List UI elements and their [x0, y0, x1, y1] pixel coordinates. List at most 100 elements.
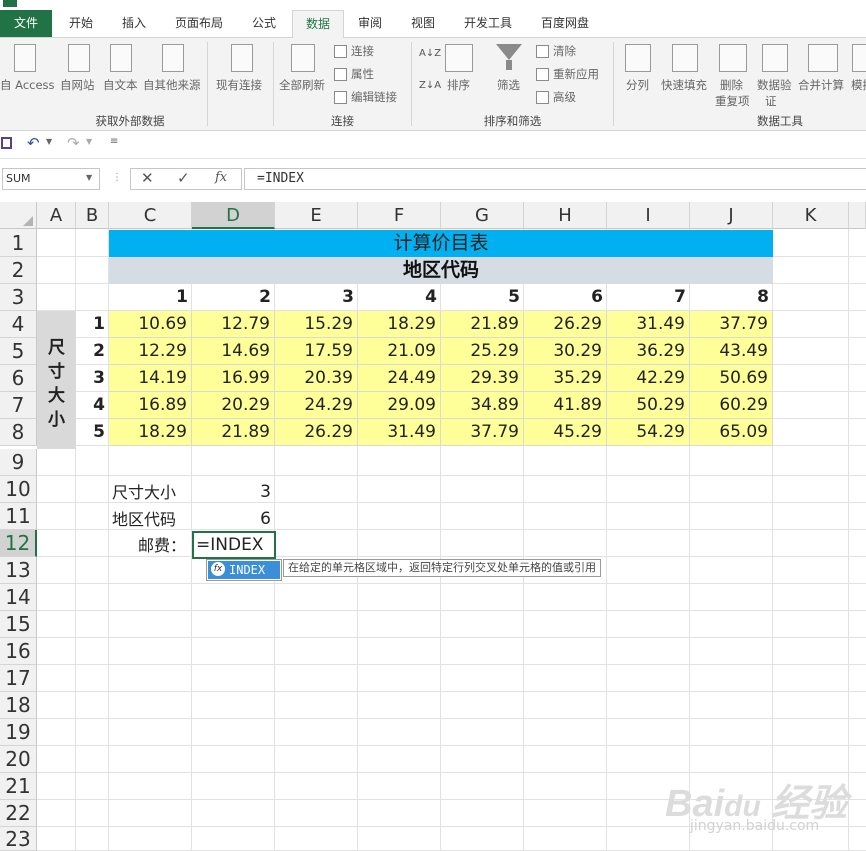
price-cell[interactable]: 65.09	[690, 419, 773, 446]
size-label-cell[interactable]: 尺 寸 大 小	[37, 311, 76, 449]
region-code-cell[interactable]: 1	[109, 284, 192, 311]
price-cell[interactable]: 45.29	[524, 419, 607, 446]
size-input-value[interactable]: 3	[192, 479, 275, 506]
row-header-20[interactable]: 20	[0, 746, 37, 773]
price-cell[interactable]: 21.89	[192, 419, 275, 446]
price-cell[interactable]: 18.29	[109, 419, 192, 446]
region-input-label[interactable]: 地区代码	[112, 506, 176, 533]
row-header-18[interactable]: 18	[0, 692, 37, 719]
tab-insert[interactable]: 插入	[108, 10, 160, 37]
cancel-icon[interactable]: ✕	[141, 169, 154, 187]
price-cell[interactable]: 36.29	[607, 338, 690, 365]
column-header-l[interactable]	[849, 202, 866, 229]
region-code-cell[interactable]: 2	[192, 284, 275, 311]
price-cell[interactable]: 26.29	[524, 311, 607, 338]
price-cell[interactable]: 54.29	[607, 419, 690, 446]
remove-duplicates-button[interactable]: 删除	[720, 77, 743, 93]
row-header-19[interactable]: 19	[0, 719, 37, 746]
undo-dropdown-icon[interactable]: ▼	[46, 137, 52, 146]
price-cell[interactable]: 15.29	[275, 311, 358, 338]
redo-icon[interactable]: ↷	[67, 134, 80, 152]
price-cell[interactable]: 17.59	[275, 338, 358, 365]
from-access-button[interactable]: 自 Access	[0, 77, 55, 93]
price-cell[interactable]: 16.99	[192, 365, 275, 392]
size-input-label[interactable]: 尺寸大小	[112, 479, 176, 506]
row-header-4[interactable]: 4	[0, 311, 37, 338]
what-if-analysis-button[interactable]: 模拟	[851, 77, 866, 93]
row-header-8[interactable]: 8	[0, 419, 37, 446]
insert-function-icon[interactable]: fx	[215, 170, 227, 185]
filter-button[interactable]: 筛选	[497, 77, 520, 93]
column-header-k[interactable]: K	[773, 202, 849, 229]
edit-links-button[interactable]: 编辑链接	[351, 89, 397, 105]
row-header-21[interactable]: 21	[0, 773, 37, 800]
name-box[interactable]: SUM ▼	[2, 168, 100, 190]
from-other-sources-button[interactable]: 自其他来源	[143, 77, 201, 93]
price-cell[interactable]: 16.89	[109, 392, 192, 419]
row-header-15[interactable]: 15	[0, 611, 37, 638]
row-header-16[interactable]: 16	[0, 638, 37, 665]
row-header-2[interactable]: 2	[0, 257, 37, 284]
region-input-value[interactable]: 6	[192, 506, 275, 533]
tab-home[interactable]: 开始	[55, 10, 107, 37]
tab-developer[interactable]: 开发工具	[452, 10, 524, 37]
row-header-7[interactable]: 7	[0, 392, 37, 419]
price-cell[interactable]: 29.09	[358, 392, 441, 419]
row-header-22[interactable]: 22	[0, 800, 37, 827]
column-header-c[interactable]: C	[109, 202, 192, 229]
undo-icon[interactable]: ↶	[27, 134, 40, 152]
sort-button[interactable]: 排序	[447, 77, 470, 93]
formula-bar-splitter-icon[interactable]: ⋮	[112, 172, 122, 183]
flash-fill-button[interactable]: 快速填充	[661, 77, 707, 93]
column-header-b[interactable]: B	[76, 202, 109, 229]
tab-review[interactable]: 审阅	[344, 10, 396, 37]
size-code-cell[interactable]: 1	[76, 311, 109, 338]
price-cell[interactable]: 50.69	[690, 365, 773, 392]
price-cell[interactable]: 12.29	[109, 338, 192, 365]
size-code-cell[interactable]: 3	[76, 365, 109, 392]
from-web-button[interactable]: 自网站	[60, 77, 95, 93]
autocomplete-item-index[interactable]: fx INDEX	[208, 561, 280, 579]
price-cell[interactable]: 12.79	[192, 311, 275, 338]
price-cell[interactable]: 14.69	[192, 338, 275, 365]
region-code-cell[interactable]: 7	[607, 284, 690, 311]
size-code-cell[interactable]: 5	[76, 419, 109, 446]
active-cell-editor[interactable]: =INDEX	[192, 531, 276, 559]
row-header-17[interactable]: 17	[0, 665, 37, 692]
properties-button[interactable]: 属性	[351, 66, 374, 82]
data-validation-button[interactable]: 数据验	[757, 77, 792, 93]
formula-input[interactable]: =INDEX	[244, 168, 866, 190]
price-cell[interactable]: 26.29	[275, 419, 358, 446]
price-cell[interactable]: 21.89	[441, 311, 524, 338]
price-cell[interactable]: 18.29	[358, 311, 441, 338]
postage-label[interactable]: 邮费：	[138, 532, 186, 559]
price-cell[interactable]: 24.49	[358, 365, 441, 392]
region-code-cell[interactable]: 5	[441, 284, 524, 311]
price-cell[interactable]: 20.39	[275, 365, 358, 392]
column-header-h[interactable]: H	[524, 202, 607, 229]
price-cell[interactable]: 20.29	[192, 392, 275, 419]
row-header-14[interactable]: 14	[0, 584, 37, 611]
column-header-e[interactable]: E	[275, 202, 358, 229]
name-box-dropdown-icon[interactable]: ▼	[86, 173, 92, 182]
price-cell[interactable]: 43.49	[690, 338, 773, 365]
price-cell[interactable]: 42.29	[607, 365, 690, 392]
column-header-d[interactable]: D	[192, 202, 275, 229]
price-cell[interactable]: 10.69	[109, 311, 192, 338]
save-icon[interactable]	[1, 137, 12, 149]
enter-icon[interactable]: ✓	[177, 169, 190, 187]
from-text-button[interactable]: 自文本	[103, 77, 138, 93]
size-code-cell[interactable]: 4	[76, 392, 109, 419]
price-cell[interactable]: 14.19	[109, 365, 192, 392]
remove-duplicates-button-line2[interactable]: 重复项	[715, 93, 750, 109]
column-header-a[interactable]: A	[37, 202, 76, 229]
sort-ascending-icon[interactable]: A↓Z	[419, 48, 441, 59]
price-cell[interactable]: 21.09	[358, 338, 441, 365]
price-cell[interactable]: 35.29	[524, 365, 607, 392]
price-cell[interactable]: 60.29	[690, 392, 773, 419]
region-code-cell[interactable]: 4	[358, 284, 441, 311]
row-header-3[interactable]: 3	[0, 284, 37, 311]
column-header-i[interactable]: I	[607, 202, 690, 229]
customize-qat-icon[interactable]: ≡	[110, 136, 118, 147]
clear-filter-button[interactable]: 清除	[553, 43, 576, 59]
